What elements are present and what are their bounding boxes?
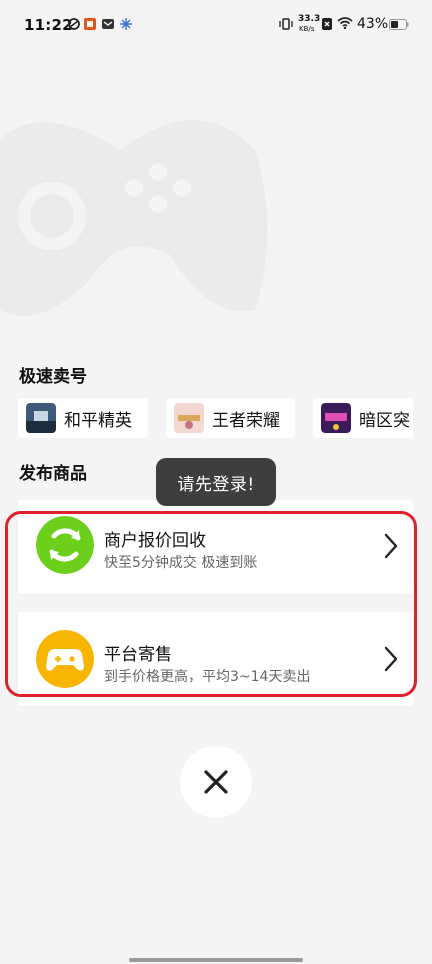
login-toast: 请先登录! (156, 458, 276, 506)
chip-label: 和平精英 (64, 410, 132, 431)
app-icon-mail (102, 19, 114, 29)
option-subtitle: 快至5分钟成交 极速到账 (104, 555, 258, 571)
home-indicator[interactable] (129, 958, 303, 962)
chevron-right-icon (384, 646, 398, 672)
quick-sell-chip-arena-breakout[interactable]: 暗区突 (313, 398, 413, 438)
vibrate-icon (279, 18, 293, 30)
chip-label: 王者荣耀 (212, 410, 280, 431)
chevron-right-icon (384, 533, 398, 559)
app-icon-swirl (68, 18, 80, 30)
app-icon-orange-badge (84, 18, 96, 30)
option-subtitle: 到手价格更高，平均3~14天卖出 (104, 669, 311, 685)
battery-icon (389, 19, 409, 30)
status-bar: 11:22 33.3 KB/s 43% (0, 0, 432, 48)
option-title: 平台寄售 (104, 645, 172, 665)
merchant-recycle-option[interactable]: 商户报价回收 快至5分钟成交 极速到账 (18, 500, 413, 594)
net-speed-unit: KB/s (299, 25, 315, 33)
wifi-icon (337, 17, 353, 29)
game-thumb-peace-elite (26, 403, 56, 433)
net-speed-value: 33.3 (298, 14, 321, 24)
gamepad-icon (36, 630, 94, 688)
option-title: 商户报价回收 (104, 531, 206, 551)
game-thumb-honor-of-kings (174, 403, 204, 433)
controller-watermark-icon (0, 120, 268, 316)
platform-consignment-option[interactable]: 平台寄售 到手价格更高，平均3~14天卖出 (18, 612, 413, 706)
quick-sell-title: 极速卖号 (19, 367, 87, 387)
app-icon-snowflake (120, 18, 132, 30)
close-button[interactable] (180, 746, 252, 818)
quick-sell-chip-peace-elite[interactable]: 和平精英 (18, 398, 148, 438)
battery-percent: 43% (357, 16, 389, 32)
publish-title: 发布商品 (19, 464, 87, 484)
game-thumb-arena-breakout (321, 403, 351, 433)
sim-x-icon (322, 18, 332, 30)
recycle-icon (36, 516, 94, 574)
close-icon (204, 770, 228, 794)
chip-label: 暗区突 (359, 410, 410, 431)
status-time: 11:22 (24, 16, 73, 34)
quick-sell-chip-honor-of-kings[interactable]: 王者荣耀 (166, 398, 295, 438)
